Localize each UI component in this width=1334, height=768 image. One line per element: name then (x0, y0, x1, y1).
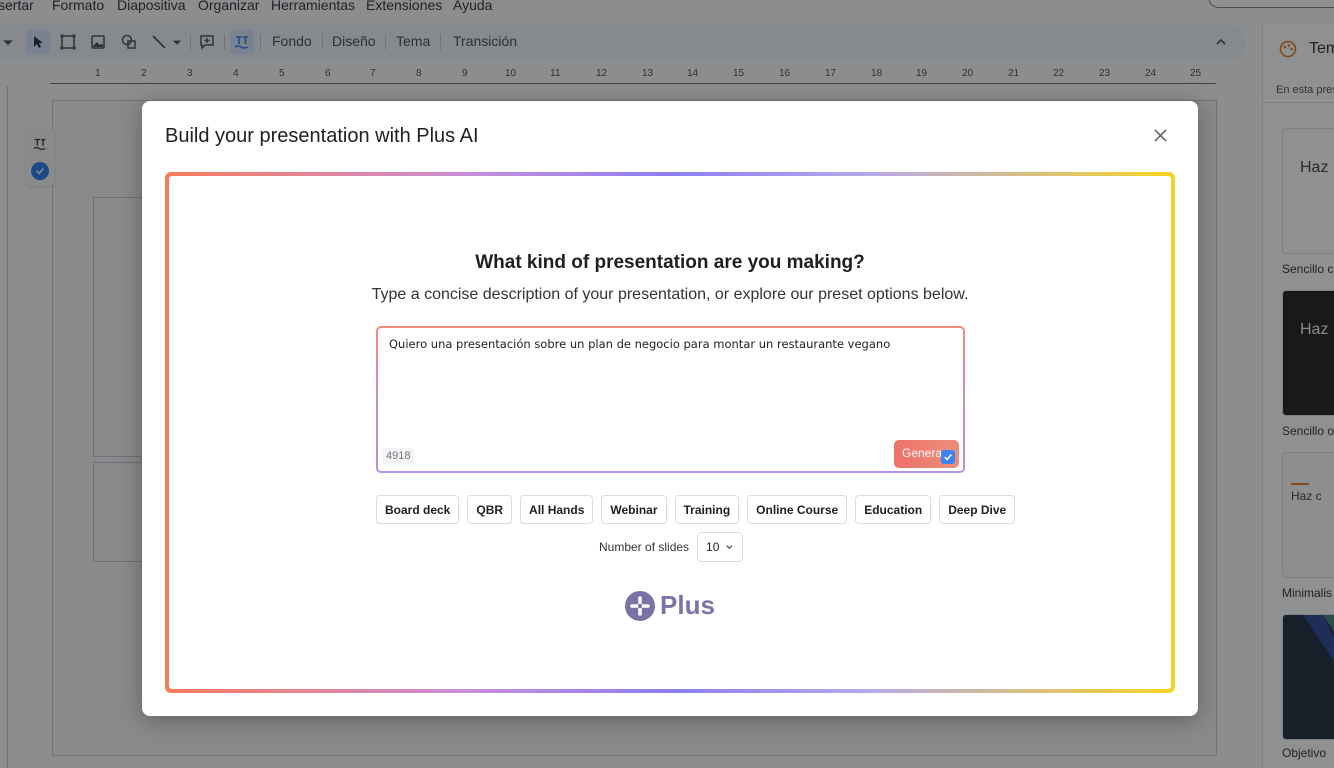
chevron-down-icon (726, 545, 733, 550)
preset-all-hands[interactable]: All Hands (520, 495, 594, 524)
generate-label: Genera (902, 446, 943, 460)
slide-count-row: Number of slides 10 (599, 532, 744, 562)
plus-logo-text: Plus (660, 590, 715, 620)
gradient-frame: What kind of presentation are you making… (165, 172, 1175, 693)
preset-online-course[interactable]: Online Course (747, 495, 848, 524)
plus-ai-dialog: Build your presentation with Plus AI Wha… (142, 101, 1198, 716)
slide-count-label: Number of slides (599, 540, 690, 554)
question-heading: What kind of presentation are you making… (475, 252, 865, 273)
preset-options: Board deck QBR All Hands Webinar Trainin… (376, 495, 1016, 524)
preset-webinar[interactable]: Webinar (601, 495, 667, 524)
frame-content: What kind of presentation are you making… (169, 176, 1171, 689)
preset-deep-dive[interactable]: Deep Dive (939, 495, 1016, 524)
preset-qbr[interactable]: QBR (467, 495, 513, 524)
plus-brand: Plus (625, 590, 715, 621)
prompt-textarea-body[interactable]: Quiero una presentación sobre un plan de… (378, 328, 963, 471)
slide-count-value: 10 (706, 540, 720, 554)
preset-training[interactable]: Training (674, 495, 740, 524)
character-count: 4918 (382, 448, 415, 464)
generate-button[interactable]: Genera (894, 440, 959, 468)
check-icon (941, 450, 955, 464)
slide-count-select[interactable]: 10 (697, 532, 744, 562)
dialog-title: Build your presentation with Plus AI (165, 125, 479, 147)
close-button[interactable] (1150, 125, 1170, 145)
prompt-text[interactable]: Quiero una presentación sobre un plan de… (389, 337, 890, 351)
prompt-textarea[interactable]: Quiero una presentación sobre un plan de… (376, 326, 965, 473)
preset-education[interactable]: Education (855, 495, 932, 524)
question-subheading: Type a concise description of your prese… (371, 286, 969, 303)
plus-logo-icon (625, 590, 655, 621)
close-icon (1153, 128, 1167, 142)
preset-board-deck[interactable]: Board deck (376, 495, 460, 524)
